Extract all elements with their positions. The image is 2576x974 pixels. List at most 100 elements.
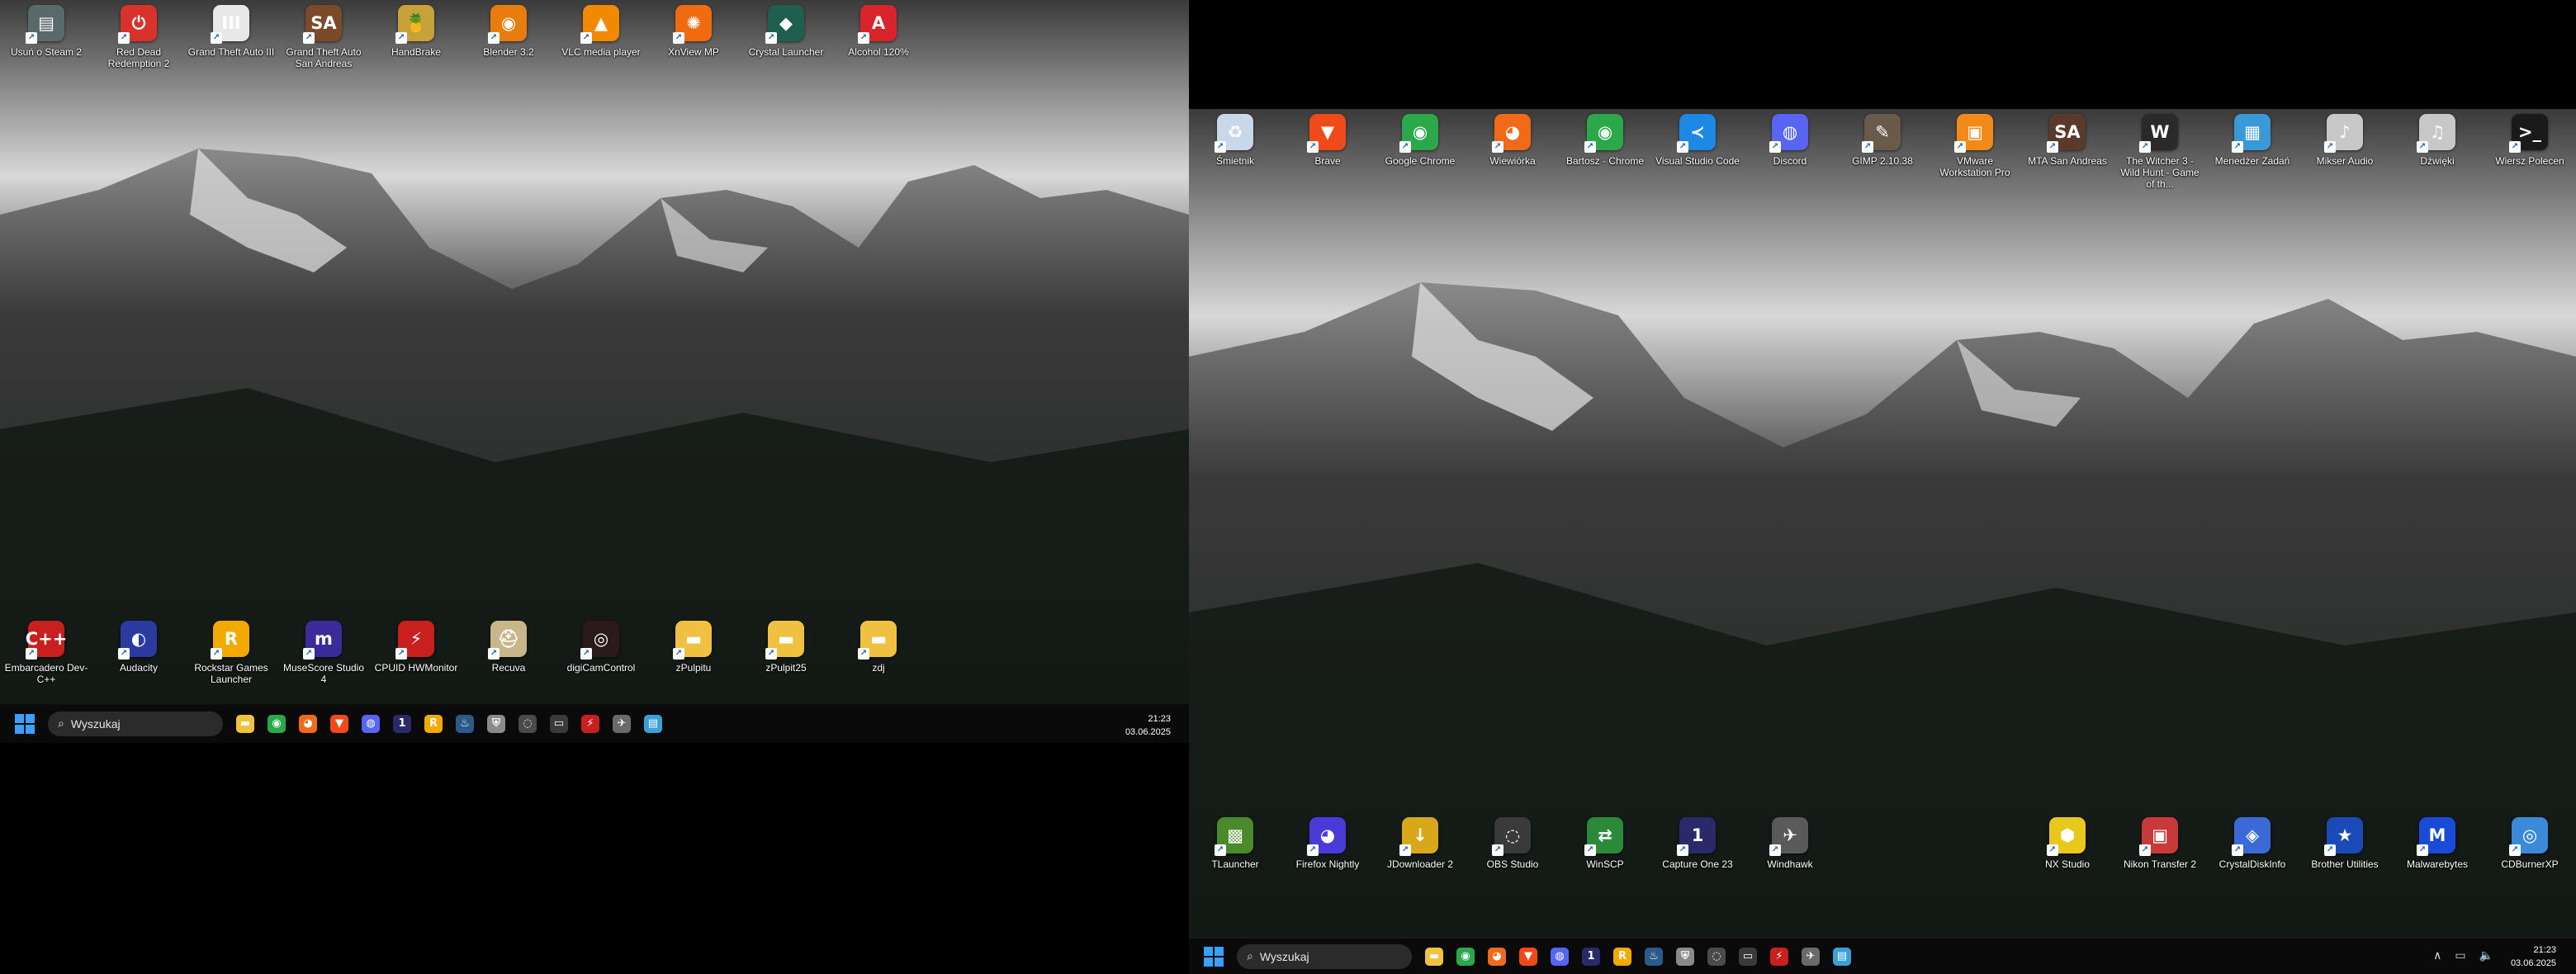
desktop-shortcut[interactable]: ◕ Wiewiórka	[1466, 114, 1559, 190]
search-box[interactable]: ⌕ Wyszukaj	[48, 711, 223, 736]
taskbar-app-button[interactable]: ◍	[355, 708, 386, 740]
capture-one-icon: 1	[1582, 947, 1600, 966]
start-button[interactable]	[1199, 942, 1229, 972]
taskbar-app-button[interactable]: ▬	[230, 708, 261, 740]
handbrake-icon: 🍍	[395, 5, 434, 44]
desktop-shortcut[interactable]: ◐ Audacity	[92, 621, 185, 685]
desktop-shortcut[interactable]: ⛑ Recuva	[462, 621, 555, 685]
taskbar-clock[interactable]: 21:23 03.06.2025	[2511, 943, 2556, 970]
desktop-shortcut[interactable]: ✺ XnView MP	[647, 5, 740, 69]
desktop-shortcut[interactable]: III Grand Theft Auto III	[185, 5, 277, 69]
taskbar: ⌕ Wyszukaj ▬ ◉ ◕ ▼ ◍ 1 R ♨ ⛨ ◌ ▭ ⚡ ✈ ▤ 21:23 03.06.20…	[0, 703, 1189, 743]
desktop-shortcut[interactable]: RRockstar Games Launcher	[185, 621, 277, 685]
desktop-shortcut-label: Blender 3.2	[483, 46, 534, 58]
taskbar-app-button[interactable]: ♨	[1638, 941, 1669, 972]
taskbar-pinned-apps: ▬ ◉ ◕ ▼ ◍ 1 R ♨ ⛨ ◌ ▭ ⚡ ✈ ▤	[1418, 941, 1858, 972]
taskbar-app-button[interactable]: ◌	[512, 708, 543, 740]
rockstar-icon: R	[1613, 947, 1631, 966]
desktop-shortcut[interactable]: 1 Capture One 23	[1651, 817, 1744, 870]
taskbar-app-button[interactable]: ⚡	[1764, 941, 1795, 972]
taskbar-app-button[interactable]: ▭	[1732, 941, 1764, 972]
desktop-shortcut[interactable]: ◉ Blender 3.2	[462, 5, 555, 69]
taskbar-clock[interactable]: 21:23 03.06.2025	[1125, 712, 1171, 739]
desktop-shortcut[interactable]: A Alcohol 120%	[832, 5, 925, 69]
taskbar-app-button[interactable]: ▤	[637, 708, 669, 740]
desktop-shortcut[interactable]: WThe Witcher 3 - Wild Hunt - Game of th.…	[2114, 114, 2206, 190]
desktop-shortcut[interactable]: ▩ TLauncher	[1189, 817, 1281, 870]
taskbar-app-button[interactable]: ▤	[1826, 941, 1858, 972]
taskbar-app-button[interactable]: ◌	[1701, 941, 1732, 972]
desktop-shortcut[interactable]: ⇄ WinSCP	[1559, 817, 1651, 870]
taskbar-app-button[interactable]: ✈	[1795, 941, 1826, 972]
desktop-shortcut[interactable]: ✈ Windhawk	[1744, 817, 1836, 870]
desktop-shortcut[interactable]: ◉ Google Chrome	[1374, 114, 1466, 190]
desktop-shortcut-label: MuseScore Studio 4	[282, 662, 365, 685]
volume-icon[interactable]: 🔈	[2479, 948, 2493, 962]
desktop-shortcut[interactable]: ♪ Mikser Audio	[2299, 114, 2391, 190]
taskbar-app-button[interactable]: ▬	[1418, 941, 1450, 972]
start-button[interactable]	[10, 709, 40, 739]
gtasa-icon: SA	[303, 5, 342, 44]
desktop-shortcut[interactable]: ◆ Crystal Launcher	[740, 5, 832, 69]
desktop-shortcut[interactable]: ♻ Śmietnik	[1189, 114, 1281, 190]
desktop-shortcut-label: VLC media player	[561, 46, 641, 58]
desktop-shortcut[interactable]: ◎ digiCamControl	[555, 621, 647, 685]
task-manager-icon: ▦	[2232, 114, 2271, 153]
taskbar-app-button[interactable]: ✈	[606, 708, 637, 740]
desktop-shortcut[interactable]: 🍍 HandBrake	[370, 5, 462, 69]
desktop-shortcut[interactable]: ✎ GIMP 2.10.38	[1836, 114, 1929, 190]
desktop-shortcut[interactable]: ⬢ NX Studio	[2021, 817, 2114, 870]
desktop-shortcut[interactable]: ★ Brother Utilities	[2299, 817, 2391, 870]
desktop-shortcut[interactable]: ▣ Nikon Transfer 2	[2114, 817, 2206, 870]
desktop-shortcut[interactable]: M Malwarebytes	[2391, 817, 2484, 870]
taskbar-app-button[interactable]: ▼	[324, 708, 355, 740]
taskbar-app-button[interactable]: ⛨	[1669, 941, 1701, 972]
desktop-shortcut[interactable]: ≺ Visual Studio Code	[1651, 114, 1744, 190]
taskbar-app-button[interactable]: ⛨	[481, 708, 512, 740]
taskbar-app-button[interactable]: 1	[1575, 941, 1607, 972]
desktop-shortcut[interactable]: ◎ CDBurnerXP	[2484, 817, 2576, 870]
desktop-shortcut[interactable]: ◉ Bartosz - Chrome	[1559, 114, 1651, 190]
desktop-shortcut[interactable]: ▬ zPulpit25	[740, 621, 832, 685]
desktop-shortcut[interactable]: ◈ CrystalDiskInfo	[2206, 817, 2299, 870]
desktop-shortcut[interactable]: ◍ Discord	[1744, 114, 1836, 190]
taskbar-app-button[interactable]: ⚡	[575, 708, 606, 740]
desktop-shortcut[interactable]: ▬ zPulpitu	[647, 621, 740, 685]
desktop-shortcut[interactable]: ▣VMware Workstation Pro	[1929, 114, 2021, 190]
desktop-shortcut[interactable]: ▼ Brave	[1281, 114, 1374, 190]
taskbar-app-button[interactable]: ◉	[261, 708, 292, 740]
taskbar-app-button[interactable]: ◕	[1481, 941, 1513, 972]
desktop-shortcut[interactable]: ◌ OBS Studio	[1466, 817, 1559, 870]
taskbar-app-button[interactable]: R	[418, 708, 449, 740]
search-box[interactable]: ⌕ Wyszukaj	[1237, 943, 1412, 969]
taskbar-app-button[interactable]: ▼	[1513, 941, 1544, 972]
taskbar-app-button[interactable]: ◕	[292, 708, 324, 740]
desktop-shortcut[interactable]: ♫ Dźwięki	[2391, 114, 2484, 190]
taskbar-app-button[interactable]: ◍	[1544, 941, 1575, 972]
firefox-icon: ◕	[299, 714, 317, 733]
desktop-shortcut[interactable]: ◕ Firefox Nightly	[1281, 817, 1374, 870]
desktop-shortcut[interactable]: SA MTA San Andreas	[2021, 114, 2114, 190]
desktop-shortcut[interactable]: ↓ JDownloader 2	[1374, 817, 1466, 870]
taskbar-app-button[interactable]: ◉	[1450, 941, 1481, 972]
windhawk-icon: ✈	[1769, 817, 1808, 856]
taskbar-app-button[interactable]: 1	[386, 708, 418, 740]
desktop-shortcut[interactable]: SAGrand Theft Auto San Andreas	[277, 5, 370, 69]
rockstar-icon: R	[211, 621, 249, 660]
desktop-shortcut[interactable]: ▤ Usuń o Steam 2	[0, 5, 92, 69]
desktop-shortcut-label: Visual Studio Code	[1655, 155, 1740, 167]
desktop-shortcut[interactable]: >_ Wiersz Polecen	[2484, 114, 2576, 190]
taskbar-app-button[interactable]: R	[1607, 941, 1638, 972]
taskbar-app-button[interactable]: ♨	[449, 708, 481, 740]
desktop-shortcut[interactable]: ▬ zdj	[832, 621, 925, 685]
desktop-shortcut[interactable]: C++Embarcadero Dev-C++	[0, 621, 92, 685]
desktop-shortcut[interactable]: ▦ Menedżer Zadań	[2206, 114, 2299, 190]
taskbar-app-button[interactable]: ▭	[543, 708, 575, 740]
desktop-shortcut[interactable]: mMuseScore Studio 4	[277, 621, 370, 685]
desktop-shortcut[interactable]: ⚡ CPUID HWMonitor	[370, 621, 462, 685]
network-icon[interactable]: ▭	[2455, 948, 2465, 962]
chevron-up-icon[interactable]: ∧	[2433, 948, 2441, 962]
desktop-shortcut[interactable]: ⏻Red Dead Redemption 2	[92, 5, 185, 69]
malwarebytes-icon: M	[2417, 817, 2455, 856]
desktop-shortcut[interactable]: ▲ VLC media player	[555, 5, 647, 69]
